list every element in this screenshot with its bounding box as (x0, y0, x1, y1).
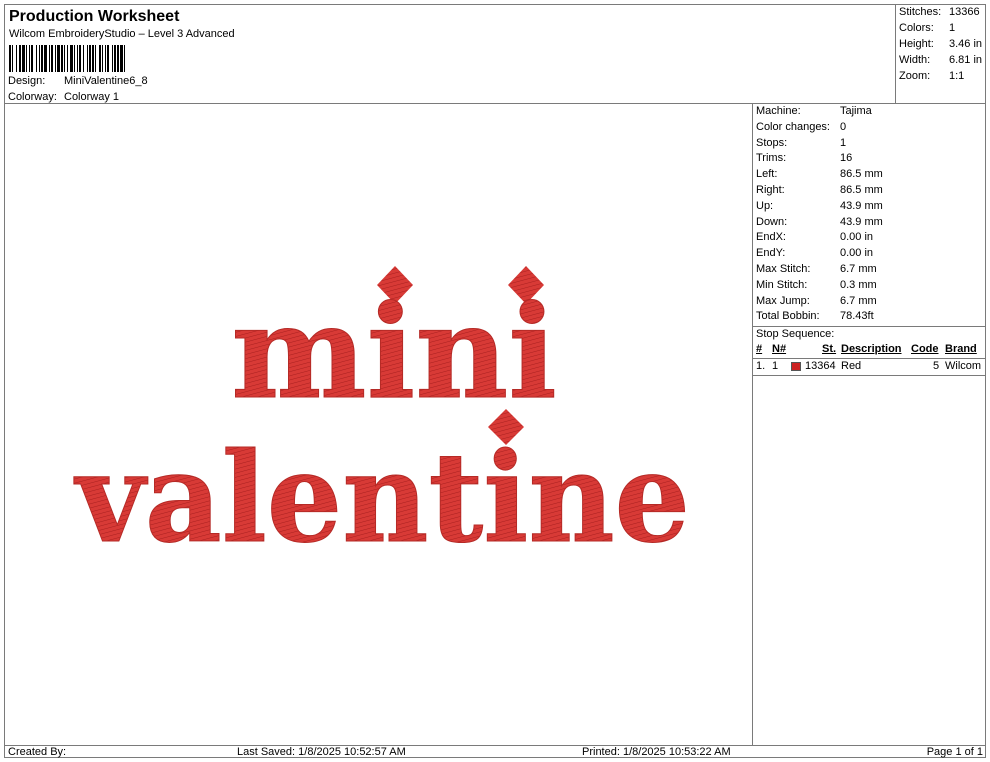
software-subtitle: Wilcom EmbroideryStudio – Level 3 Advanc… (9, 28, 235, 40)
colorway-row: Colorway: Colorway 1 (8, 91, 119, 103)
stat-stitches: Stitches: 13366 (899, 6, 980, 18)
design-preview: mini valentine (5, 104, 753, 745)
info-value: 1 (840, 136, 847, 149)
barcode-image (9, 45, 125, 72)
info-label: Down: (756, 215, 788, 228)
row-description: Red (841, 360, 862, 373)
design-row: Design: MiniValentine6_8 (8, 75, 148, 87)
machine-info-row: Color changes: 0 (753, 120, 986, 136)
col-n: N# (772, 343, 787, 356)
info-label: Max Stitch: (756, 262, 811, 275)
info-label: Total Bobbin: (756, 310, 820, 323)
footer-last-saved: Last Saved: 1/8/2025 10:52:57 AM (237, 746, 406, 758)
info-label: EndY: (756, 247, 786, 260)
colorway-value: Colorway 1 (64, 91, 120, 103)
design-text-mini: mini (231, 278, 557, 428)
machine-info-row: Down: 43.9 mm (753, 215, 986, 231)
stat-zoom: Zoom: 1:1 (899, 70, 964, 82)
stop-sequence-title: Stop Sequence: (753, 326, 986, 342)
stat-label: Stitches: (899, 6, 942, 18)
design-label: Design: (8, 75, 46, 87)
info-value: 43.9 mm (840, 199, 883, 212)
machine-info-row: Total Bobbin: 78.43ft (753, 309, 986, 325)
stat-label: Zoom: (899, 70, 931, 82)
machine-info-row: Machine: Tajima (753, 104, 986, 120)
worksheet-header: Production Worksheet Wilcom EmbroiderySt… (5, 5, 895, 104)
machine-info-panel: Machine: Tajima Color changes: 0 Stops: 1 Trim… (753, 104, 986, 377)
info-label: Trims: (756, 152, 787, 165)
stat-label: Height: (899, 38, 934, 50)
info-value: 6.7 mm (840, 262, 877, 275)
info-label: Left: (756, 168, 778, 181)
stat-label: Colors: (899, 22, 934, 34)
col-brand: Brand (945, 343, 977, 356)
stat-colors: Colors: 1 (899, 22, 955, 34)
stat-value: 3.46 in (949, 38, 983, 50)
worksheet-footer: Created By: Last Saved: 1/8/2025 10:52:5… (5, 745, 986, 759)
col-description: Description (841, 343, 902, 356)
machine-info-row: Left: 86.5 mm (753, 167, 986, 183)
info-label: Up: (756, 199, 774, 212)
embroidery-design: mini valentine (73, 266, 691, 572)
row-num: 1. (756, 360, 766, 373)
info-label: Min Stitch: (756, 278, 808, 291)
machine-info-row: Up: 43.9 mm (753, 199, 986, 215)
info-value: 86.5 mm (840, 183, 883, 196)
stat-value: 1:1 (949, 70, 965, 82)
info-value: 78.43ft (840, 310, 874, 323)
stat-value: 13366 (949, 6, 980, 18)
info-label: Stops: (756, 136, 788, 149)
stop-sequence-header: # N# St. Description Code Brand (753, 342, 986, 360)
machine-info-row: Max Jump: 6.7 mm (753, 294, 986, 310)
info-value: 86.5 mm (840, 168, 883, 181)
stat-value: 1 (949, 22, 956, 34)
info-value: Tajima (840, 105, 872, 117)
row-st: 13364 (805, 360, 836, 373)
machine-info-row: Trims: 16 (753, 151, 986, 167)
stat-height: Height: 3.46 in (899, 38, 982, 50)
row-n: 1 (772, 360, 779, 373)
info-value: 43.9 mm (840, 215, 883, 228)
info-label: EndX: (756, 231, 786, 244)
page-title: Production Worksheet (9, 8, 180, 25)
info-value: 16 (840, 152, 853, 165)
stop-sequence-row: 1. 1 13364 Red 5 Wilcom (753, 359, 986, 377)
col-code: Code (911, 343, 939, 356)
col-num: # (756, 343, 763, 356)
machine-info-row: Min Stitch: 0.3 mm (753, 278, 986, 294)
machine-info-row: EndX: 0.00 in (753, 230, 986, 246)
info-label: Machine: (756, 105, 801, 117)
info-value: 0.00 in (840, 231, 874, 244)
footer-printed: Printed: 1/8/2025 10:53:22 AM (582, 746, 731, 758)
stat-label: Width: (899, 54, 931, 66)
row-brand: Wilcom (945, 360, 982, 373)
machine-info-row: Right: 86.5 mm (753, 183, 986, 199)
info-label: Color changes: (756, 120, 830, 133)
footer-created-by: Created By: (8, 746, 67, 758)
info-value: 0.3 mm (840, 278, 877, 291)
info-value: 0 (840, 120, 847, 133)
production-worksheet: Production Worksheet Wilcom EmbroiderySt… (4, 4, 986, 758)
info-value: 6.7 mm (840, 294, 877, 307)
stat-value: 6.81 in (949, 54, 983, 66)
info-label: Right: (756, 183, 785, 196)
machine-info-row: EndY: 0.00 in (753, 246, 986, 262)
info-label: Max Jump: (756, 294, 810, 307)
colorway-label: Colorway: (8, 91, 57, 103)
col-st: St. (822, 343, 837, 356)
design-value: MiniValentine6_8 (64, 75, 148, 87)
footer-page-number: Page 1 of 1 (926, 746, 983, 758)
design-stats: Stitches: 13366 Colors: 1 Height: 3.46 in W… (895, 5, 986, 104)
machine-info-row: Max Stitch: 6.7 mm (753, 262, 986, 278)
row-code: 5 (933, 360, 940, 373)
info-value: 0.00 in (840, 247, 874, 260)
thread-color-swatch (791, 362, 801, 372)
machine-info-row: Stops: 1 (753, 136, 986, 152)
design-text-valentine: valentine (73, 426, 690, 571)
stat-width: Width: 6.81 in (899, 54, 982, 66)
